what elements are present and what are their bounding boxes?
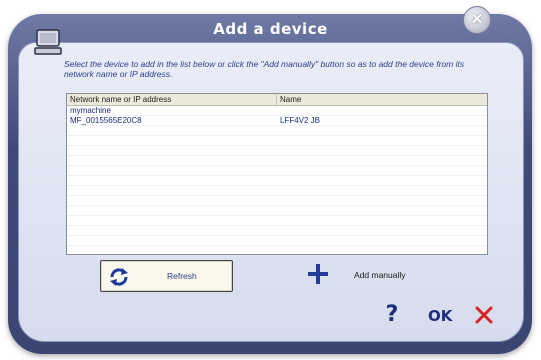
instructions-text: Select the device to add in the list bel… [64, 59, 465, 79]
column-header-address[interactable]: Network name or IP address [67, 94, 277, 105]
add-manually-button[interactable]: Add manually [354, 270, 406, 280]
device-address: mymachine [70, 106, 111, 115]
cancel-button[interactable] [474, 305, 494, 325]
device-name: LFF4V2 JB [280, 116, 321, 125]
help-button[interactable]: ? [382, 303, 402, 327]
refresh-icon [110, 268, 128, 286]
close-button[interactable]: ✕ [463, 6, 491, 34]
device-address: MF_0015565E20C8 [70, 116, 142, 125]
list-rows: mymachine MF_0015565E20C8 LFF4V2 JB [67, 106, 487, 254]
refresh-button[interactable]: Refresh [100, 260, 233, 292]
list-header: Network name or IP address Name [67, 94, 487, 106]
close-icon: ✕ [470, 11, 484, 28]
ok-button[interactable]: OK [428, 306, 456, 326]
dialog-title: Add a device [213, 20, 328, 38]
device-list[interactable]: Network name or IP address Name mymachin… [66, 93, 488, 255]
device-name [277, 106, 487, 116]
refresh-label: Refresh [167, 271, 197, 281]
plus-icon[interactable] [307, 263, 329, 285]
list-item[interactable]: mymachine [67, 106, 487, 116]
list-item[interactable]: MF_0015565E20C8 LFF4V2 JB [67, 116, 487, 126]
column-header-name[interactable]: Name [277, 94, 487, 105]
